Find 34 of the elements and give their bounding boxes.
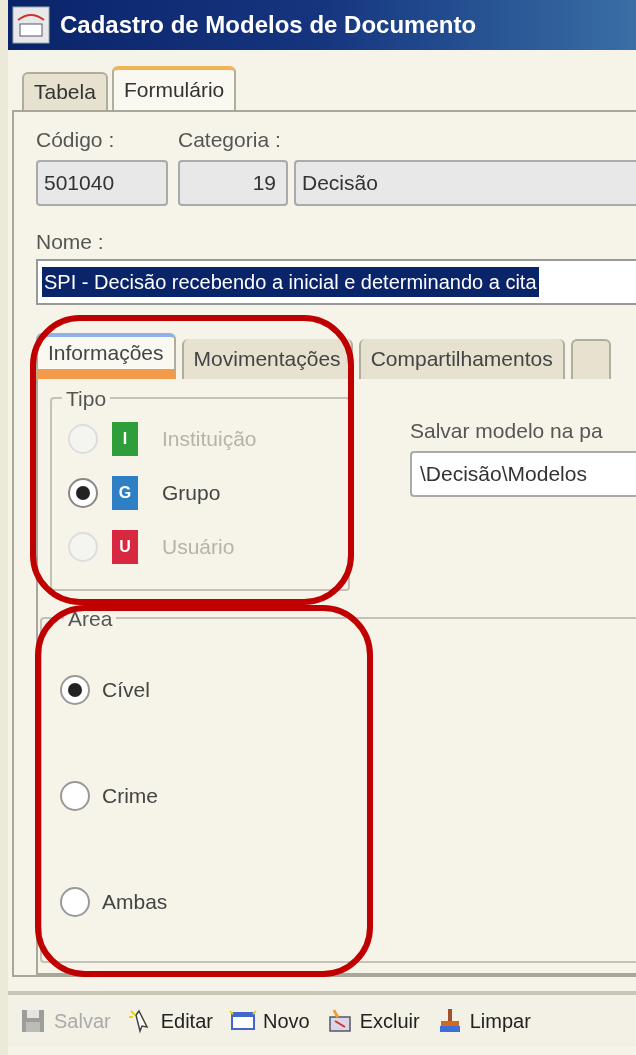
tab[interactable] (570, 339, 611, 379)
toolbar-button[interactable]: Editar (124, 999, 215, 1043)
tab[interactable]: Informações (36, 333, 176, 379)
letter-icon: I (112, 422, 138, 456)
name-field[interactable]: SPI - Decisão recebendo a inicial e determinando a cita (36, 259, 636, 305)
radio-button[interactable] (68, 478, 98, 508)
category-name-field[interactable]: Decisão (294, 159, 636, 206)
folder-field[interactable]: \Decisão\Modelos (410, 450, 636, 497)
field-label: Categoria : (178, 127, 282, 153)
field-label: Salvar modelo na pa (410, 418, 604, 444)
window-title: Cadastro de Modelos de Documento (60, 10, 477, 40)
radio-label: Crime (102, 783, 158, 810)
radio-label: Grupo (162, 480, 221, 507)
radio-label: Instituição (162, 426, 257, 453)
radio-label: Cível (102, 677, 150, 704)
toolbar-button[interactable]: Novo (226, 999, 312, 1043)
radio-button[interactable] (60, 781, 90, 811)
field-label: Nome : (36, 228, 105, 255)
app-icon (12, 6, 50, 44)
toolbar-button[interactable]: Limpar (433, 999, 533, 1043)
radio-button[interactable] (60, 887, 90, 917)
toolbar-button[interactable]: Excluir (323, 999, 422, 1043)
category-number-field[interactable]: 19 (178, 159, 288, 206)
radio-label: Ambas (102, 889, 168, 916)
letter-icon: G (112, 476, 138, 510)
radio-label: Usuário (162, 534, 235, 561)
field-label: Código : (36, 127, 116, 153)
tab[interactable]: Tabela (22, 72, 108, 110)
tab[interactable]: Movimentações (181, 339, 353, 379)
tab[interactable]: Compartilhamentos (358, 339, 565, 379)
radio-button[interactable] (60, 675, 90, 705)
tab[interactable]: Formulário (111, 66, 237, 110)
letter-icon: U (112, 530, 138, 564)
code-field[interactable]: 501040 (36, 159, 168, 206)
